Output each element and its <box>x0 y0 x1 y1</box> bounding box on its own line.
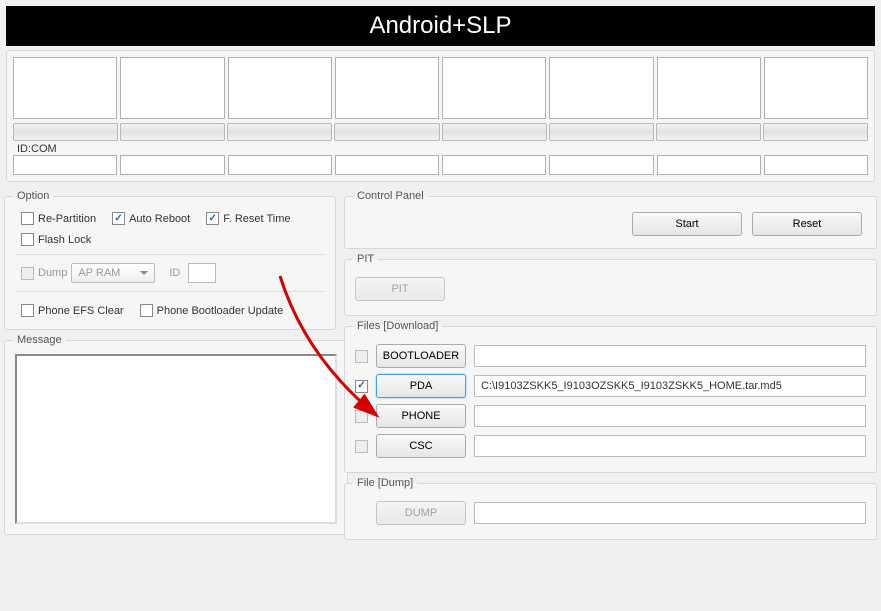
slots-panel: ID:COM <box>6 50 875 182</box>
progress-bar <box>334 123 439 141</box>
bootloaderupdate-checkbox[interactable] <box>140 304 153 317</box>
pit-legend: PIT <box>353 253 378 265</box>
repartition-label: Re-Partition <box>38 213 96 225</box>
phone-path[interactable] <box>474 405 866 427</box>
device-slot <box>549 57 653 119</box>
pda-file-checkbox[interactable] <box>355 380 368 393</box>
bootloader-path[interactable] <box>474 345 866 367</box>
bootloaderupdate-label: Phone Bootloader Update <box>157 305 284 317</box>
bootloader-file-checkbox[interactable] <box>355 350 368 363</box>
fresettime-checkbox[interactable] <box>206 212 219 225</box>
id-field[interactable] <box>188 263 216 283</box>
controlpanel-legend: Control Panel <box>353 190 428 202</box>
progress-bar <box>549 123 654 141</box>
files-legend: Files [Download] <box>353 320 442 332</box>
flashlock-checkbox[interactable] <box>21 233 34 246</box>
idcom-label: ID:COM <box>11 141 870 155</box>
pit-button: PIT <box>355 277 445 301</box>
start-button[interactable]: Start <box>632 212 742 236</box>
idcom-cell[interactable] <box>657 155 761 175</box>
device-slot <box>764 57 868 119</box>
bootloader-button[interactable]: BOOTLOADER <box>376 344 466 368</box>
progress-bar <box>656 123 761 141</box>
files-group: Files [Download] BOOTLOADER PDA C:\I9103… <box>344 320 877 473</box>
csc-file-checkbox[interactable] <box>355 440 368 453</box>
progress-bar <box>763 123 868 141</box>
phone-file-checkbox[interactable] <box>355 410 368 423</box>
flashlock-label: Flash Lock <box>38 234 91 246</box>
option-legend: Option <box>13 190 53 202</box>
pda-button[interactable]: PDA <box>376 374 466 398</box>
id-label: ID <box>169 267 180 279</box>
dump-file-button: DUMP <box>376 501 466 525</box>
device-slot <box>335 57 439 119</box>
fresettime-label: F. Reset Time <box>223 213 290 225</box>
progress-bar <box>442 123 547 141</box>
dump-label: Dump <box>38 267 67 279</box>
efsclear-label: Phone EFS Clear <box>38 305 124 317</box>
device-slot <box>657 57 761 119</box>
device-slot <box>228 57 332 119</box>
progress-bar <box>227 123 332 141</box>
efsclear-checkbox[interactable] <box>21 304 34 317</box>
filedump-group: File [Dump] DUMP <box>344 477 877 540</box>
device-slot <box>13 57 117 119</box>
progress-bar <box>13 123 118 141</box>
app-title: Android+SLP <box>6 6 875 46</box>
dump-checkbox <box>21 267 34 280</box>
idcom-cell[interactable] <box>120 155 224 175</box>
option-group: Option Re-Partition Auto Reboot F. Reset… <box>4 190 336 330</box>
filedump-legend: File [Dump] <box>353 477 417 489</box>
controlpanel-group: Control Panel Start Reset <box>344 190 877 249</box>
reset-button[interactable]: Reset <box>752 212 862 236</box>
csc-button[interactable]: CSC <box>376 434 466 458</box>
phone-button[interactable]: PHONE <box>376 404 466 428</box>
idcom-cell[interactable] <box>549 155 653 175</box>
device-slot <box>120 57 224 119</box>
repartition-checkbox[interactable] <box>21 212 34 225</box>
pda-path[interactable]: C:\I9103ZSKK5_I9103OZSKK5_I9103ZSKK5_HOM… <box>474 375 866 397</box>
idcom-cell[interactable] <box>13 155 117 175</box>
autoreboot-label: Auto Reboot <box>129 213 190 225</box>
idcom-cell[interactable] <box>764 155 868 175</box>
idcom-cell[interactable] <box>228 155 332 175</box>
autoreboot-checkbox[interactable] <box>112 212 125 225</box>
idcom-cell[interactable] <box>335 155 439 175</box>
idcom-cell[interactable] <box>442 155 546 175</box>
pit-group: PIT PIT <box>344 253 877 316</box>
csc-path[interactable] <box>474 435 866 457</box>
message-textarea[interactable] <box>15 354 337 524</box>
dump-file-path <box>474 502 866 524</box>
device-slot <box>442 57 546 119</box>
dump-target-dropdown[interactable]: AP RAM <box>71 263 155 283</box>
progress-bar <box>120 123 225 141</box>
message-legend: Message <box>13 334 66 346</box>
message-group: Message <box>4 334 348 535</box>
